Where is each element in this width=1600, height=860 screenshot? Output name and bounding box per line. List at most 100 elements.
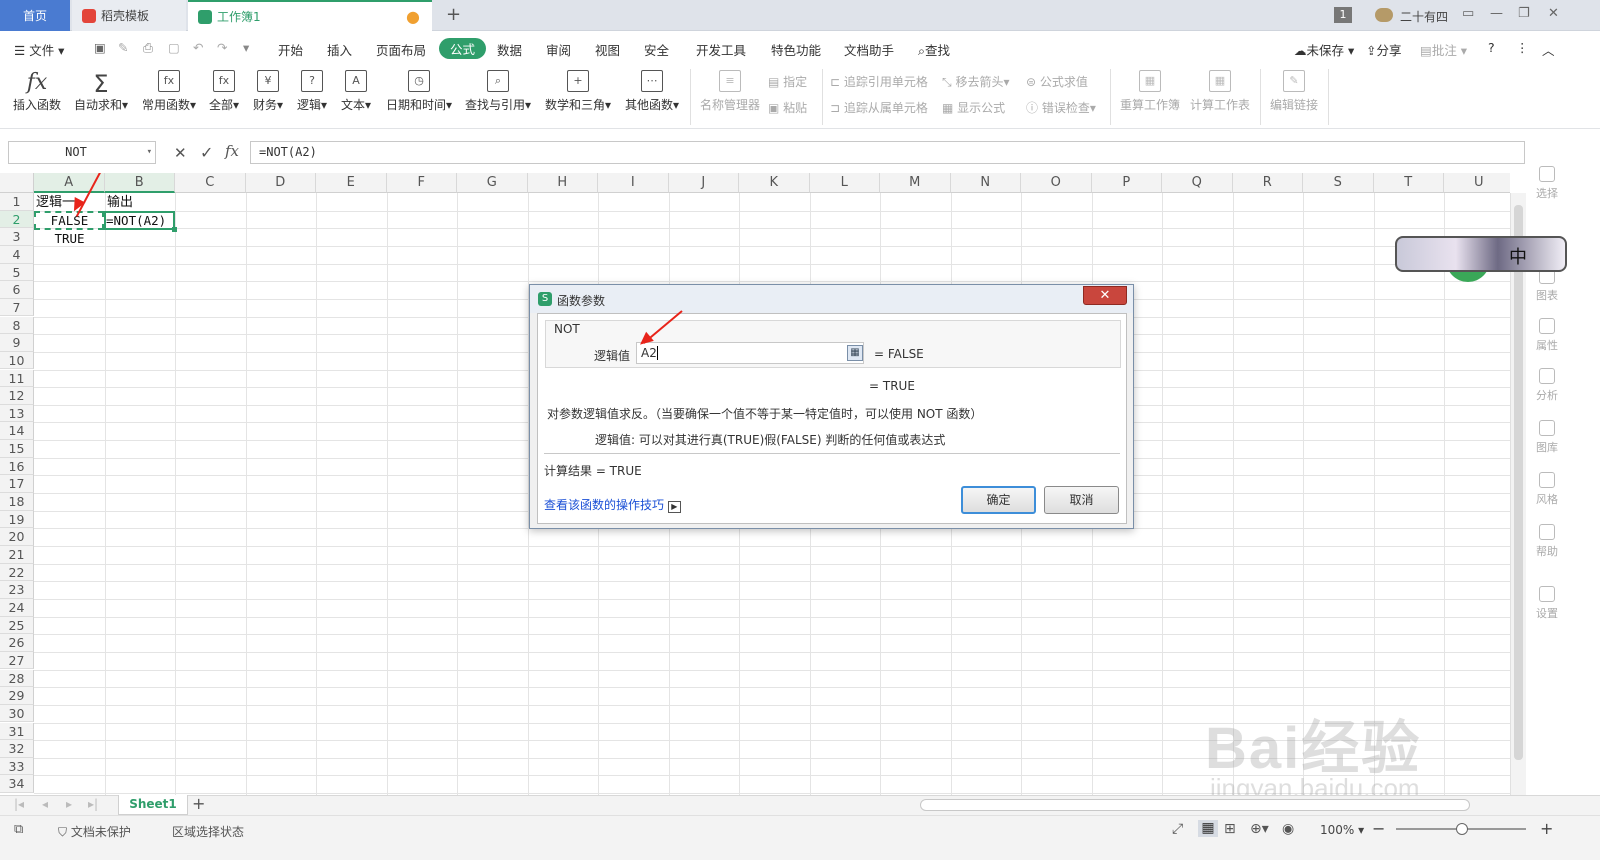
first-sheet-icon[interactable]: |◂ — [14, 797, 24, 811]
zoom-out-icon[interactable]: − — [1372, 819, 1385, 838]
row-header[interactable]: 15 — [0, 440, 34, 458]
range-select-icon[interactable]: ▦ — [847, 345, 863, 361]
tab-workbook1[interactable]: 工作簿1 ● — [188, 0, 432, 31]
row-header[interactable]: 24 — [0, 598, 34, 617]
column-header[interactable]: D — [245, 173, 316, 193]
row-header[interactable]: 28 — [0, 669, 34, 688]
row-header[interactable]: 26 — [0, 634, 34, 652]
menu-review[interactable]: 审阅 — [546, 40, 571, 59]
column-header[interactable]: G — [457, 173, 528, 193]
help-icon[interactable]: ? — [1488, 40, 1495, 55]
cloud-save-button[interactable]: ☁未保存 ▾ — [1294, 40, 1354, 59]
menu-page-layout[interactable]: 页面布局 — [376, 40, 426, 59]
side-analysis-button[interactable]: 分析 — [1526, 368, 1568, 403]
print-preview-icon[interactable]: ▢ — [168, 40, 180, 55]
row-header[interactable]: 10 — [0, 351, 34, 370]
name-manager-button[interactable]: ≡ 名称管理器 — [698, 70, 762, 113]
row-header[interactable]: 21 — [0, 546, 34, 564]
assign-name-button[interactable]: ▤ 指定 — [768, 73, 807, 90]
horizontal-scrollbar[interactable] — [920, 799, 1470, 811]
row-header[interactable]: 6 — [0, 281, 34, 299]
insert-function-icon[interactable]: fx — [225, 142, 239, 160]
format-painter-icon[interactable]: ✎ — [118, 40, 128, 55]
cancel-edit-icon[interactable]: ✕ — [174, 144, 187, 162]
column-header[interactable]: Q — [1162, 173, 1233, 193]
column-header[interactable]: U — [1444, 173, 1510, 193]
menu-developer[interactable]: 开发工具 — [696, 40, 746, 59]
avatar[interactable] — [1375, 8, 1393, 22]
confirm-edit-icon[interactable]: ✓ — [200, 143, 213, 162]
column-header[interactable]: K — [739, 173, 810, 193]
column-header[interactable]: L — [809, 173, 880, 193]
collapse-ribbon-icon[interactable]: ︿ — [1542, 40, 1555, 59]
eye-protection-icon[interactable]: ◉ — [1282, 821, 1294, 837]
column-header[interactable]: F — [386, 173, 457, 193]
sheet-tab-sheet1[interactable]: Sheet1 — [118, 795, 188, 815]
add-sheet-icon[interactable]: + — [192, 794, 205, 813]
ime-toolbar[interactable]: 中 — [1395, 236, 1567, 272]
row-header[interactable]: 5 — [0, 263, 34, 282]
user-name[interactable]: 二十有四 — [1400, 8, 1448, 25]
tab-home[interactable]: 首页 — [0, 0, 70, 31]
side-settings-button[interactable]: 设置 — [1526, 586, 1568, 621]
fill-handle[interactable] — [172, 227, 177, 232]
file-menu[interactable]: ☰ 文件 ▾ — [14, 40, 64, 59]
undo-icon[interactable]: ↶ — [193, 40, 203, 55]
row-header[interactable]: 32 — [0, 740, 34, 758]
column-header[interactable]: S — [1303, 173, 1374, 193]
ok-button[interactable]: 确定 — [961, 486, 1036, 514]
name-box[interactable]: NOT ▾ — [8, 141, 156, 164]
column-header[interactable]: R — [1232, 173, 1303, 193]
menu-formulas[interactable]: 公式 — [439, 38, 487, 59]
row-header[interactable]: 1 — [0, 193, 34, 211]
print-icon[interactable]: ⎙ — [143, 40, 153, 56]
menu-special[interactable]: 特色功能 — [771, 40, 821, 59]
restore-icon[interactable]: ❐ — [1518, 6, 1530, 21]
math-functions-button[interactable]: + 数学和三角▾ — [543, 70, 613, 113]
recalc-workbook-button[interactable]: ▦ 重算工作簿 — [1118, 70, 1182, 113]
dialog-title-bar[interactable]: S 函数参数 ✕ — [530, 285, 1133, 313]
dialog-close-button[interactable]: ✕ — [1083, 286, 1127, 305]
zoom-slider-thumb[interactable] — [1456, 823, 1468, 835]
edit-links-button[interactable]: ✎ 编辑链接 — [1266, 70, 1322, 113]
text-functions-button[interactable]: A 文本▾ — [338, 70, 374, 113]
last-sheet-icon[interactable]: ▸| — [88, 797, 98, 811]
zoom-in-icon[interactable]: + — [1540, 819, 1553, 838]
column-header[interactable]: T — [1373, 173, 1444, 193]
save-icon[interactable]: ▣ — [94, 40, 106, 55]
row-header[interactable]: 30 — [0, 704, 34, 723]
row-header[interactable]: 7 — [0, 298, 34, 317]
macro-icon[interactable]: ⧉ — [14, 822, 23, 837]
row-header[interactable]: 14 — [0, 422, 34, 441]
cancel-button[interactable]: 取消 — [1044, 486, 1119, 514]
paste-name-button[interactable]: ▣ 粘贴 — [768, 99, 807, 116]
row-header[interactable]: 29 — [0, 687, 34, 705]
all-functions-button[interactable]: fx 全部▾ — [206, 70, 242, 113]
row-header[interactable]: 33 — [0, 757, 34, 776]
next-sheet-icon[interactable]: ▸ — [66, 797, 72, 811]
help-link[interactable]: 查看该函数的操作技巧 ▶ — [544, 496, 681, 513]
ime-mode[interactable]: 中 — [1509, 243, 1527, 269]
argument-input[interactable]: A2 ▦ — [636, 342, 864, 364]
cell-a3[interactable]: TRUE — [35, 230, 104, 247]
row-header[interactable]: 18 — [0, 493, 34, 511]
page-break-view-icon[interactable]: ⊞ — [1224, 821, 1236, 837]
zoom-level[interactable]: 100% ▾ — [1320, 823, 1364, 837]
calc-worksheet-button[interactable]: ▦ 计算工作表 — [1188, 70, 1252, 113]
datetime-functions-button[interactable]: ◷ 日期和时间▾ — [384, 70, 454, 113]
share-button[interactable]: ⇪分享 — [1366, 40, 1402, 59]
lookup-functions-button[interactable]: ⌕ 查找与引用▾ — [463, 70, 533, 113]
row-header[interactable]: 2 — [0, 210, 34, 229]
column-header[interactable]: B — [104, 173, 175, 193]
customize-qat-icon[interactable]: ▾ — [243, 40, 249, 55]
side-properties-button[interactable]: 属性 — [1526, 318, 1568, 353]
row-header[interactable]: 17 — [0, 475, 34, 493]
side-style-button[interactable]: 风格 — [1526, 472, 1568, 507]
finance-functions-button[interactable]: ¥ 财务▾ — [250, 70, 286, 113]
row-header[interactable]: 22 — [0, 563, 34, 582]
menu-home[interactable]: 开始 — [278, 40, 303, 59]
column-header[interactable]: N — [950, 173, 1021, 193]
redo-icon[interactable]: ↷ — [217, 40, 227, 55]
chevron-down-icon[interactable]: ▾ — [147, 142, 152, 163]
row-header[interactable]: 25 — [0, 616, 34, 635]
